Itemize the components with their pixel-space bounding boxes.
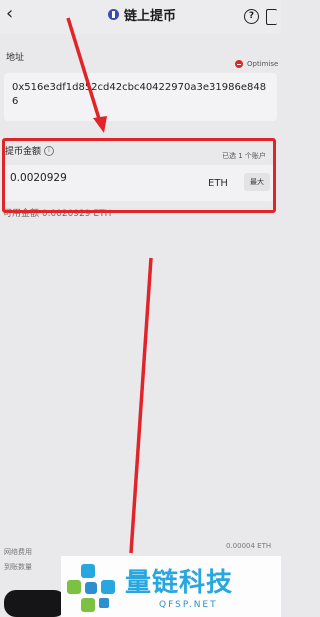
watermark-emblem [67,564,115,612]
annotation-arrow-top [66,17,102,123]
annotation-arrows [66,17,153,554]
watermark-logo: 量链科技 QFSP.NET [61,556,281,617]
watermark-url: QFSP.NET [159,600,218,610]
arrowhead-top [93,116,107,133]
annotation-arrow-bottom [129,257,153,554]
watermark-name: 量链科技 [125,568,234,598]
